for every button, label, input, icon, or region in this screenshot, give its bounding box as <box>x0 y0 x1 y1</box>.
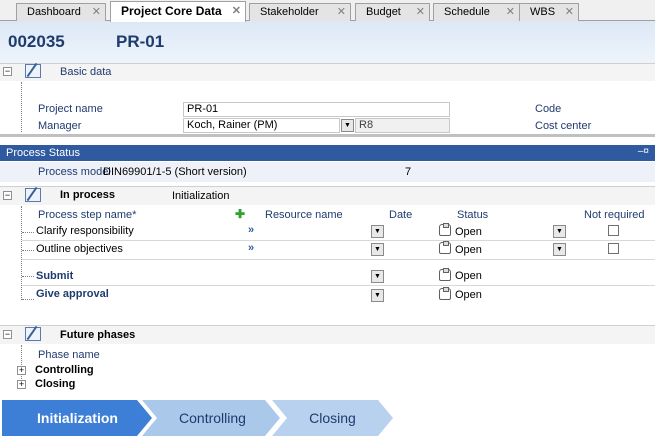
tab-label: Project Core Data <box>121 4 222 18</box>
close-icon[interactable]: ✕ <box>565 4 574 20</box>
status-value: Open <box>455 270 482 282</box>
status-value: Open <box>455 289 482 301</box>
tab-bar: Dashboard ✕ Project Core Data ✕ Stakeholde… <box>0 0 655 22</box>
step-name[interactable]: Submit <box>36 270 73 282</box>
process-status-title: Process Status <box>6 147 80 159</box>
document-edit-icon <box>25 64 41 78</box>
add-icon[interactable]: ✚ <box>235 207 245 221</box>
manager-code-field: R8 <box>355 118 450 133</box>
pin-icon[interactable]: –¤ <box>638 146 649 157</box>
collapse-icon[interactable]: − <box>3 191 12 200</box>
clipboard-icon <box>439 223 451 236</box>
tab-dashboard[interactable]: Dashboard ✕ <box>16 3 106 21</box>
column-resource: Resource name <box>265 209 343 221</box>
tab-budget[interactable]: Budget ✕ <box>355 3 430 21</box>
not-required-checkbox[interactable] <box>608 225 619 236</box>
cost-center-label: Cost center <box>535 120 592 132</box>
row-divider <box>22 285 655 286</box>
close-icon[interactable]: ✕ <box>92 4 101 20</box>
future-phases-title: Future phases <box>60 329 136 341</box>
step-name[interactable]: Outline objectives <box>36 243 123 255</box>
collapse-icon[interactable]: − <box>3 330 12 339</box>
not-required-checkbox[interactable] <box>608 243 619 254</box>
tree-branch <box>22 250 34 251</box>
splitter[interactable] <box>0 134 655 137</box>
expand-icon[interactable]: + <box>17 380 26 389</box>
tab-wbs[interactable]: WBS ✕ <box>519 3 579 21</box>
tab-label: Schedule <box>444 6 490 18</box>
column-step-name: Process step name* <box>38 209 137 221</box>
code-label: Code <box>535 103 562 115</box>
dropdown-arrow-icon[interactable]: ▼ <box>341 119 354 132</box>
row-divider <box>22 259 655 260</box>
flow-step-initialization: Initialization <box>37 410 118 426</box>
tab-schedule[interactable]: Schedule ✕ <box>433 3 520 21</box>
tab-label: WBS <box>530 6 556 18</box>
phase-name-label: Phase name <box>38 349 100 361</box>
process-model-label: Process model <box>38 166 111 178</box>
close-icon[interactable]: ✕ <box>506 4 515 20</box>
manager-label: Manager <box>38 120 82 132</box>
tab-label: Stakeholder <box>260 6 319 18</box>
clipboard-icon <box>439 287 451 300</box>
process-status-bar: Process Status –¤ <box>0 145 655 161</box>
expand-icon[interactable]: + <box>17 366 26 375</box>
section-title: Basic data <box>60 66 112 78</box>
step-name[interactable]: Clarify responsibility <box>36 225 134 237</box>
process-model-row: Process model DIN69901/1-5 (Short versio… <box>0 162 655 182</box>
close-icon[interactable]: ✕ <box>416 4 425 20</box>
phase-controlling[interactable]: Controlling <box>35 364 94 376</box>
column-not-required: Not required <box>584 209 645 221</box>
project-id: 002035 <box>8 32 65 51</box>
flow-step-controlling: Controlling <box>179 410 246 426</box>
status-dropdown[interactable]: ▼ <box>553 225 566 238</box>
date-dropdown[interactable]: ▼ <box>371 243 384 256</box>
page-header: 002035 PR-01 <box>0 21 655 63</box>
process-model-number: 7 <box>405 166 412 178</box>
tab-stakeholder[interactable]: Stakeholder ✕ <box>249 3 351 21</box>
clipboard-icon <box>439 241 451 254</box>
forward-icon[interactable]: » <box>248 224 254 236</box>
collapse-icon[interactable]: − <box>3 67 12 76</box>
clipboard-icon <box>439 268 451 281</box>
status-value: Open <box>455 226 482 238</box>
close-icon[interactable]: ✕ <box>232 2 241 21</box>
tree-line <box>21 82 22 132</box>
project-name-label: Project name <box>38 103 103 115</box>
flow-step-closing: Closing <box>309 410 356 426</box>
date-dropdown[interactable]: ▼ <box>371 289 384 302</box>
status-dropdown[interactable]: ▼ <box>553 243 566 256</box>
phase-closing[interactable]: Closing <box>35 378 75 390</box>
in-process-title: In process <box>60 189 116 201</box>
project-name-field[interactable]: PR-01 <box>183 102 450 117</box>
forward-icon[interactable]: » <box>248 242 254 254</box>
page-title: PR-01 <box>116 32 165 51</box>
tree-branch <box>22 276 34 277</box>
column-status: Status <box>457 209 489 221</box>
tab-label: Dashboard <box>27 6 81 18</box>
close-icon[interactable]: ✕ <box>337 4 346 20</box>
document-edit-icon <box>25 188 41 202</box>
tree-branch <box>22 232 34 233</box>
row-divider <box>22 240 655 241</box>
date-dropdown[interactable]: ▼ <box>371 225 384 238</box>
tree-branch <box>22 299 34 300</box>
current-phase: Initialization <box>172 190 230 202</box>
tab-project-core-data[interactable]: Project Core Data ✕ <box>110 1 246 22</box>
manager-field[interactable]: Koch, Rainer (PM) <box>183 118 340 133</box>
date-dropdown[interactable]: ▼ <box>371 270 384 283</box>
process-model-value: DIN69901/1-5 (Short version) <box>103 166 247 178</box>
status-value: Open <box>455 244 482 256</box>
column-date: Date <box>389 209 413 221</box>
step-name[interactable]: Give approval <box>36 288 109 300</box>
document-edit-icon <box>25 327 41 341</box>
tab-label: Budget <box>366 6 401 18</box>
